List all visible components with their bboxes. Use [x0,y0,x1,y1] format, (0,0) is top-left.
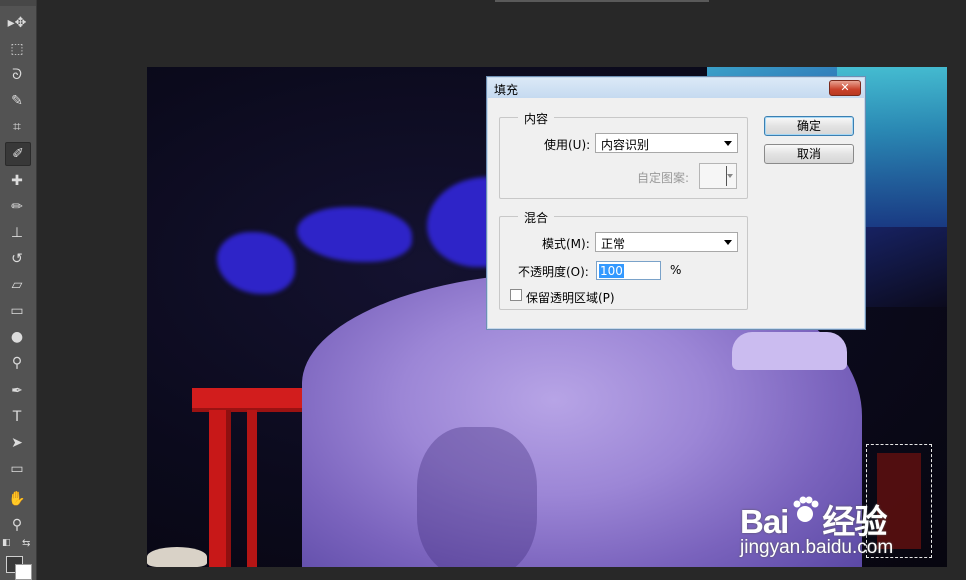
close-button[interactable]: ✕ [829,80,861,96]
contents-group-label: 内容 [518,110,555,127]
dodge-tool-icon: ⚲ [11,355,23,371]
baidu-watermark: Bai 经验 jingyan.baidu.com [740,495,930,565]
crop-tool-icon: ⌗ [13,119,21,135]
red-chair-leg [247,410,257,567]
lasso-tool-button[interactable]: ᘐ [5,64,29,86]
swap-colors-icon[interactable]: ⇆ [22,538,30,549]
hand-tool-icon: ✋ [8,491,26,507]
marquee-tool-button[interactable]: ⬚ [5,38,29,60]
eraser-tool-icon: ▱ [11,277,23,293]
pen-tool-icon: ✒ [11,383,23,399]
clone-stamp-tool-button[interactable]: ⊥ [5,222,29,244]
opacity-input-value: 100 [599,264,624,278]
brush-tool-icon: ✏ [11,199,23,215]
marquee-tool-icon: ⬚ [10,41,24,57]
blue-selection-blob [297,207,412,262]
eyedropper-tool-button[interactable]: ✐ [5,142,31,166]
blur-tool-button[interactable]: ● [5,326,29,348]
chevron-down-icon [724,141,732,146]
healing-brush-tool-button[interactable]: ✚ [5,170,29,192]
background-color-swatch[interactable] [15,564,32,580]
hand-tool-button[interactable]: ✋ [5,488,29,510]
clone-stamp-tool-icon: ⊥ [10,225,24,241]
blur-tool-icon: ● [10,329,24,345]
history-brush-tool-icon: ↺ [11,251,23,267]
type-tool-icon: T [12,409,22,425]
use-select-value: 内容识别 [601,138,650,152]
path-selection-tool-icon: ➤ [11,435,23,451]
move-tool-icon: ▸✥ [7,15,27,31]
pen-tool-button[interactable]: ✒ [5,380,29,402]
close-icon: ✕ [840,81,850,94]
zoom-tool-button[interactable]: ⚲ [5,514,29,536]
use-label: 使用(U): [544,138,591,152]
gradient-tool-button[interactable]: ▭ [5,300,29,322]
opacity-unit: % [670,263,682,277]
robe-shadow [417,427,537,567]
opacity-label: 不透明度(O): [518,265,589,279]
use-select[interactable]: 内容识别 [595,133,738,153]
baidu-logo: Bai 经验 [740,495,887,543]
red-chair-leg [209,410,231,567]
lasso-tool-icon: ᘐ [12,67,22,83]
dialog-titlebar[interactable]: 填充 ✕ [488,78,864,98]
eyedropper-tool-icon: ✐ [12,146,24,162]
gradient-tool-icon: ▭ [10,303,24,319]
zoom-tool-icon: ⚲ [11,517,23,533]
fill-dialog: 填充 ✕ 内容 使用(U): 内容识别 自定图案: 混合 模式(M): 正常 不… [486,76,866,330]
paw-icon [793,496,819,522]
dialog-title: 填充 [494,83,519,97]
type-tool-button[interactable]: T [5,406,29,428]
crop-tool-button[interactable]: ⌗ [5,116,29,138]
custom-pattern-picker [699,163,737,189]
opacity-input[interactable]: 100 [596,261,661,280]
watermark-url: jingyan.baidu.com [740,537,894,558]
cancel-button[interactable]: 取消 [764,144,854,164]
pattern-swatch [702,166,727,186]
rectangle-tool-button[interactable]: ▭ [5,458,29,480]
mode-select[interactable]: 正常 [595,232,738,252]
chevron-down-icon [724,240,732,245]
hat-thumbnail [147,547,207,567]
document-tab[interactable] [495,0,709,2]
mode-select-value: 正常 [601,237,626,251]
blue-selection-blob [217,232,295,294]
blending-group-label: 混合 [518,209,555,226]
custom-pattern-label: 自定图案: [637,171,690,185]
healing-brush-tool-icon: ✚ [11,173,23,189]
path-selection-tool-button[interactable]: ➤ [5,432,29,454]
robe-cuff [732,332,847,370]
move-tool-button[interactable]: ▸✥ [5,12,29,34]
panel-grip[interactable] [0,0,36,6]
dodge-tool-button[interactable]: ⚲ [5,352,29,374]
preserve-transparency-checkbox[interactable] [510,289,522,301]
ok-button[interactable]: 确定 [764,116,854,136]
eraser-tool-button[interactable]: ▱ [5,274,29,296]
color-swatches: ⇆ ◧ [2,538,34,580]
quick-selection-tool-icon: ✎ [11,93,23,109]
brush-tool-button[interactable]: ✏ [5,196,29,218]
default-colors-icon[interactable]: ◧ [2,538,11,548]
history-brush-tool-button[interactable]: ↺ [5,248,29,270]
preserve-transparency-label[interactable]: 保留透明区域(P) [526,289,615,306]
rectangle-tool-icon: ▭ [10,461,24,477]
mode-label: 模式(M): [542,237,590,251]
quick-selection-tool-button[interactable]: ✎ [5,90,29,112]
chevron-down-icon [727,174,733,178]
